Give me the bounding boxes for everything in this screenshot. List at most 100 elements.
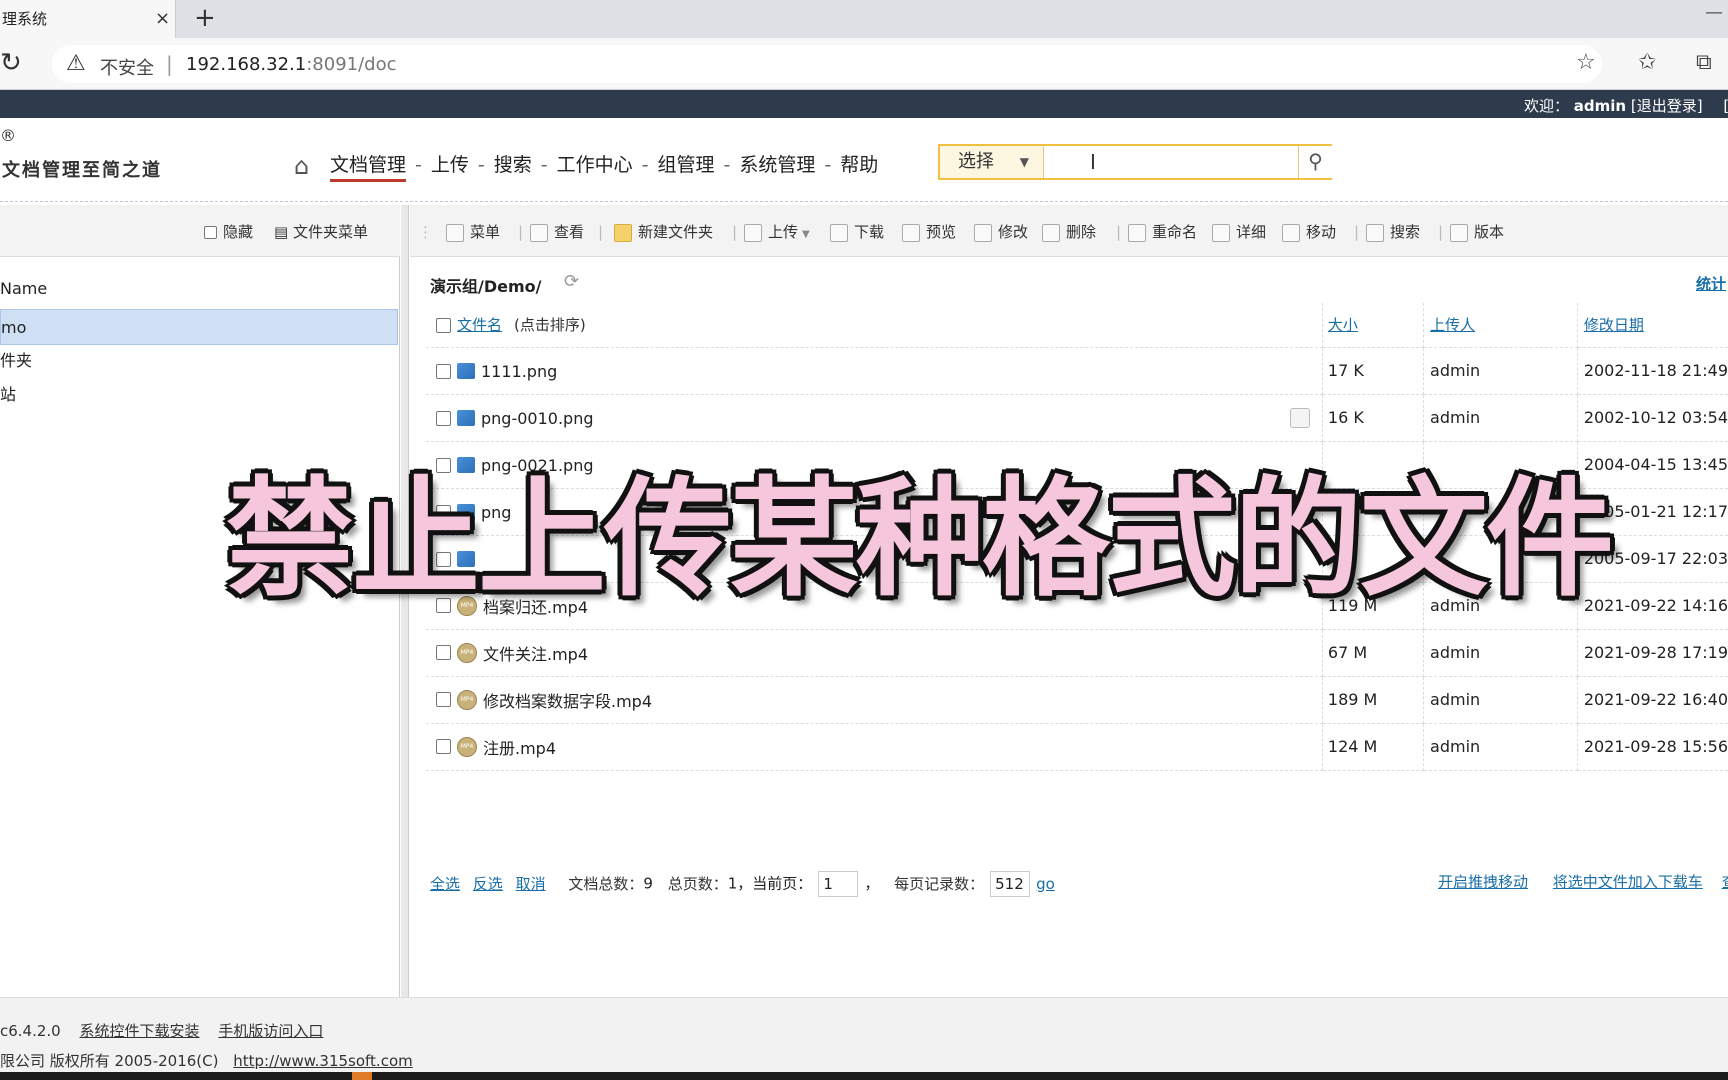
folder-menu-button[interactable]: ▤ 文件夹菜单	[274, 221, 368, 242]
search-bar: 选择 ▼ I ⚲	[938, 144, 1332, 180]
row-checkbox[interactable]	[436, 645, 451, 660]
add-cart-link[interactable]: 将选中文件加入下载车	[1553, 873, 1703, 891]
name-header: 文件名 (点击排序)	[426, 303, 1323, 348]
nav-upload[interactable]: 上传	[431, 150, 469, 177]
toolbar-label: 下载	[854, 223, 885, 241]
toolbar-rename-button[interactable]: 重命名	[1128, 221, 1197, 242]
table-row[interactable]: MP4 修改档案数据字段.mp4 189 Madmin 2021-09-22 16:4…	[426, 676, 1728, 724]
reload-icon[interactable]: ↻	[0, 48, 22, 78]
toolbar-delete-button[interactable]: 删除	[1042, 221, 1096, 242]
search-icon	[1366, 223, 1384, 242]
new-tab-button[interactable]: +	[194, 0, 216, 36]
nav-groups[interactable]: 组管理	[658, 150, 715, 177]
toolbar-search-button[interactable]: 搜索	[1366, 221, 1420, 242]
stats-link[interactable]: 统计	[1696, 273, 1726, 294]
main-nav: 文档管理 - 上传 - 搜索 - 工作中心 - 组管理 - 系统管理 - 帮助	[330, 150, 878, 182]
invert-selection-link[interactable]: 反选	[473, 875, 503, 893]
home-icon[interactable]: ⌂	[294, 152, 309, 180]
pencil-icon	[974, 223, 992, 242]
file-name-link[interactable]: 注册.mp4	[483, 739, 556, 758]
search-scope-select[interactable]: 选择 ▼	[940, 146, 1044, 178]
folder-menu-label: 文件夹菜单	[292, 223, 368, 241]
tree-item[interactable]: 件夹	[0, 343, 398, 379]
logout-link[interactable]: [退出登录]	[1631, 97, 1703, 115]
extra-link[interactable]: [?	[1723, 97, 1728, 115]
toolbar-view-button[interactable]: 查看	[530, 221, 584, 242]
collections-icon[interactable]: ⧉	[1696, 50, 1712, 75]
nav-sep: -	[415, 154, 422, 176]
warning-icon[interactable]: ⚠	[66, 51, 86, 76]
sort-hint: (点击排序)	[514, 316, 586, 335]
current-page-input[interactable]: 1	[818, 871, 859, 897]
nav-search[interactable]: 搜索	[494, 150, 532, 177]
toolbar-edit-button[interactable]: 修改	[974, 221, 1028, 242]
toolbar-preview-button[interactable]: 预览	[902, 221, 956, 242]
toolbar-version-button[interactable]: 版本	[1450, 221, 1504, 242]
toolbar-sep: |	[1354, 223, 1360, 241]
file-name-link[interactable]: png-0010.png	[481, 409, 593, 428]
nav-help[interactable]: 帮助	[840, 150, 878, 177]
refresh-icon[interactable]: ⟳	[564, 271, 579, 292]
file-uploader-cell: admin	[1423, 347, 1578, 395]
select-all-checkbox[interactable]	[436, 318, 451, 334]
select-all-link[interactable]: 全选	[430, 875, 460, 893]
browser-tab[interactable]: 理系统 ×	[0, 0, 176, 38]
cancel-selection-link[interactable]: 取消	[516, 875, 546, 893]
insecure-label[interactable]: 不安全	[100, 54, 154, 80]
sort-name-link[interactable]: 文件名	[457, 316, 502, 334]
file-name-cell: MP4 文件关注.mp4	[426, 629, 1323, 677]
registered-mark: ®	[0, 126, 16, 145]
url-text[interactable]: 192.168.32.1:8091/doc	[186, 54, 397, 75]
search-button[interactable]: ⚲	[1298, 146, 1332, 178]
plugin-download-link[interactable]: 系统控件下载安装	[80, 1022, 200, 1040]
tree-item-selected[interactable]: mo	[0, 309, 398, 345]
toolbar-label: 修改	[998, 223, 1029, 241]
toolbar-sep: |	[1116, 223, 1122, 241]
file-name-link[interactable]: 1111.png	[481, 362, 557, 381]
row-checkbox[interactable]	[436, 692, 451, 707]
file-name-link[interactable]: 修改档案数据字段.mp4	[483, 692, 652, 711]
download-icon	[830, 223, 848, 242]
toolbar-download-button[interactable]: 下载	[830, 221, 884, 242]
site-link[interactable]: http://www.315soft.com	[233, 1052, 412, 1070]
drag-move-link[interactable]: 开启推拽移动	[1438, 873, 1528, 891]
nav-system[interactable]: 系统管理	[739, 150, 815, 177]
search-input[interactable]	[1046, 146, 1294, 178]
toolbar-upload-button[interactable]: 上传 ▼	[744, 221, 810, 242]
table-header-row: 文件名 (点击排序) 大小 上传人 修改日期	[426, 303, 1728, 348]
toolbar-new-folder-button[interactable]: 新建文件夹	[614, 221, 713, 242]
row-checkbox[interactable]	[436, 739, 451, 754]
toolbar-detail-button[interactable]: 详细	[1212, 221, 1266, 242]
sort-size-link[interactable]: 大小	[1328, 316, 1358, 334]
toolbar-menu-button[interactable]: 菜单	[446, 221, 500, 242]
nav-workcenter[interactable]: 工作中心	[557, 150, 633, 177]
view-more-link[interactable]: 查看	[1722, 873, 1728, 891]
lock-icon[interactable]	[1289, 407, 1310, 428]
table-row[interactable]: png-0010.png 16 Kadmin 2002-10-12 03:54	[426, 394, 1728, 442]
tree-item[interactable]: Name	[0, 271, 398, 307]
row-checkbox[interactable]	[436, 363, 451, 379]
row-checkbox[interactable]	[436, 410, 451, 426]
per-page-input[interactable]: 512	[990, 871, 1031, 897]
table-row[interactable]: 1111.png 17 Kadmin 2002-11-18 21:49	[426, 347, 1728, 395]
minimize-icon[interactable]: —	[1705, 2, 1723, 23]
go-button[interactable]: go	[1036, 875, 1055, 893]
toolbar-sep: |	[598, 223, 604, 241]
mobile-entry-link[interactable]: 手机版访问入口	[218, 1022, 323, 1040]
nav-docs[interactable]: 文档管理	[330, 150, 407, 182]
sort-uploader-link[interactable]: 上传人	[1430, 316, 1475, 334]
copyright-text: 限公司 版权所有 2005-2016(C)	[0, 1052, 219, 1070]
sort-modified-link[interactable]: 修改日期	[1584, 316, 1644, 334]
close-icon[interactable]: ×	[155, 0, 170, 38]
toolbar-move-button[interactable]: 移动	[1282, 221, 1336, 242]
url-path: :8091/doc	[306, 54, 397, 75]
table-row[interactable]: MP4 注册.mp4 124 Madmin 2021-09-28 15:56	[426, 723, 1728, 771]
favorites-icon[interactable]: ✩	[1638, 50, 1656, 75]
hide-button[interactable]: 隐藏	[204, 221, 253, 242]
tree-item[interactable]: 站	[0, 377, 398, 413]
table-row[interactable]: MP4 文件关注.mp4 67 Madmin 2021-09-28 17:19	[426, 629, 1728, 677]
file-modified-cell: 2021-09-28 15:56	[1577, 723, 1728, 771]
file-size-cell: 67 M	[1322, 629, 1425, 677]
file-name-link[interactable]: 文件关注.mp4	[483, 645, 588, 664]
add-favorite-icon[interactable]: ☆	[1576, 50, 1596, 75]
